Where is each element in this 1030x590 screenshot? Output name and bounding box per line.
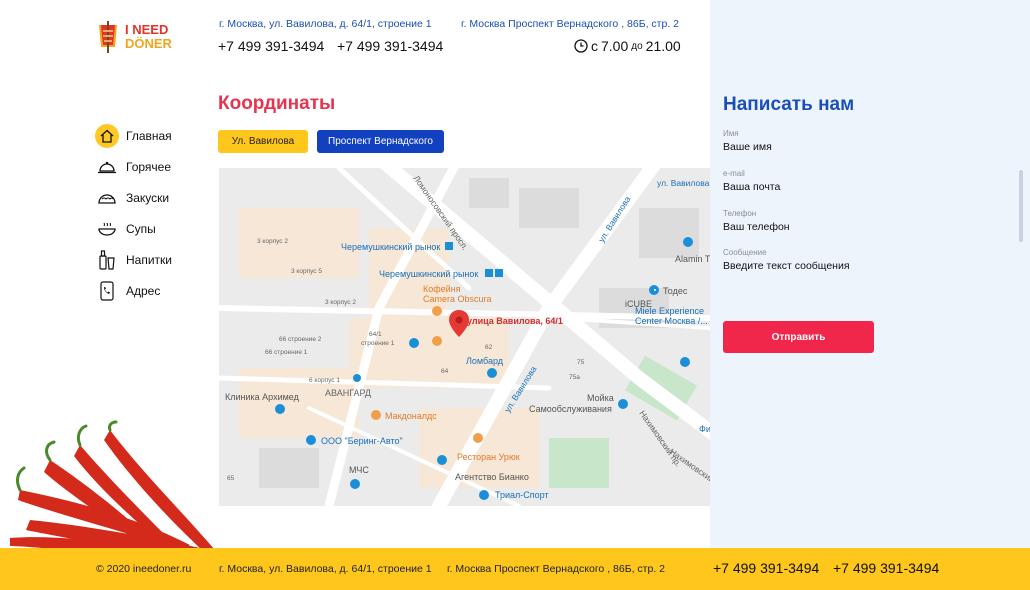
message-field[interactable]: Сообщение Введите текст сообщения <box>723 248 883 272</box>
header-phone-2[interactable]: +7 499 391-3494 <box>337 38 443 54</box>
drinks-icon <box>95 248 119 272</box>
map-label: 64/1 <box>369 331 382 338</box>
header-phone-1[interactable]: +7 499 391-3494 <box>218 38 324 54</box>
map-canvas: Ломоносовский просп. ул. Вавилова ул. Ва… <box>219 168 710 506</box>
map-label: 66 строение 2 <box>279 336 322 343</box>
phone-field[interactable]: Телефон Ваш телефон <box>723 209 883 233</box>
sidebar-item-snacks[interactable]: Закуски <box>95 182 205 213</box>
map-label: Макдоналдс <box>385 411 437 421</box>
hours-from: 7.00 <box>601 38 629 54</box>
soup-bowl-icon <box>95 217 119 241</box>
taco-icon <box>95 186 119 210</box>
phone-address-icon <box>95 279 119 303</box>
footer-phone-1[interactable]: +7 499 391-3494 <box>713 560 819 576</box>
sidebar-item-label: Супы <box>126 221 156 236</box>
footer: © 2020 ineedoner.ru г. Москва, ул. Вавил… <box>0 548 1030 590</box>
header-address-1: г. Москва, ул. Вавилова, д. 64/1, строен… <box>219 18 432 30</box>
map-label: Самообслуживания <box>529 404 612 414</box>
hours-to: 21.00 <box>645 38 681 54</box>
map-label: Триал-Спорт <box>495 490 549 500</box>
tab-vavilova[interactable]: Ул. Вавилова <box>218 130 308 153</box>
contact-panel: Написать нам Имя Ваше имя e-mail Ваша по… <box>710 0 1030 548</box>
map-label: Черемушкинский рынок <box>379 269 478 279</box>
email-label: e-mail <box>723 169 745 178</box>
sidebar-item-label: Главная <box>126 128 172 143</box>
sidebar-item-home[interactable]: Главная <box>95 120 205 151</box>
map-label: Ресторан Урюк <box>457 452 520 462</box>
phone-input[interactable]: Ваш телефон <box>723 221 883 233</box>
send-button[interactable]: Отправить <box>723 321 874 353</box>
sidebar-item-drinks[interactable]: Напитки <box>95 244 205 275</box>
logo-line1: I NEED <box>125 22 169 37</box>
hours-to-prefix: до <box>631 40 643 52</box>
footer-copyright: © 2020 ineedoner.ru <box>96 563 192 575</box>
hours-from-prefix: с <box>591 38 598 54</box>
home-icon <box>95 123 119 148</box>
opening-hours: с 7.00 до 21.00 <box>574 38 681 54</box>
phone-label: Телефон <box>723 209 757 218</box>
map-label: строение 1 <box>361 340 395 347</box>
map-label: 3 корпус 2 <box>325 299 356 306</box>
map-label: Ломбард <box>466 356 504 366</box>
email-input[interactable]: Ваша почта <box>723 181 883 193</box>
sidebar-item-soups[interactable]: Супы <box>95 213 205 244</box>
clock-icon <box>574 39 588 53</box>
message-input[interactable]: Введите текст сообщения <box>723 260 883 272</box>
sidebar-item-label: Напитки <box>126 252 172 267</box>
sidebar-nav: Главная Горячее Закуски Супы Напитки Адр… <box>95 120 205 306</box>
sidebar-item-label: Горячее <box>126 159 172 174</box>
map-label: Кофейня <box>423 284 461 294</box>
contact-title: Написать нам <box>723 94 855 115</box>
name-field[interactable]: Имя Ваше имя <box>723 129 883 153</box>
sidebar-item-hot[interactable]: Горячее <box>95 151 205 182</box>
sidebar-item-label: Закуски <box>126 190 170 205</box>
header-address-2: г. Москва Проспект Вернадского , 86Б, ст… <box>461 18 680 30</box>
footer-address-1: г. Москва, ул. Вавилова, д. 64/1, строен… <box>219 563 432 575</box>
scrollbar[interactable] <box>1019 170 1023 242</box>
doner-logo-icon <box>99 21 117 53</box>
map-label: улица Вавилова, 64/1 <box>467 316 563 326</box>
page: Написать нам Имя Ваше имя e-mail Ваша по… <box>0 0 1030 590</box>
map-label: Мойка <box>587 393 614 403</box>
map-label: АВАНГАРД <box>325 388 371 398</box>
name-label: Имя <box>723 129 739 138</box>
map-label: 75 <box>577 359 585 366</box>
sidebar-item-address[interactable]: Адрес <box>95 275 205 306</box>
map[interactable]: Ломоносовский просп. ул. Вавилова ул. Ва… <box>219 168 710 506</box>
map-label: ул. Вавилова <box>657 178 710 188</box>
map-label: МЧС <box>349 465 369 475</box>
tab-vernadskogo[interactable]: Проспект Вернадского <box>317 130 444 153</box>
chili-pepper-image <box>10 420 215 550</box>
footer-phone-2[interactable]: +7 499 391-3494 <box>833 560 939 576</box>
page-title: Координаты <box>218 93 336 114</box>
map-label: Center Москва /... <box>635 316 708 326</box>
map-label: Фи <box>699 424 710 434</box>
map-label: 62 <box>485 344 493 351</box>
map-label: Черемушкинский рынок <box>341 242 440 252</box>
footer-address-2: г. Москва Проспект Вернадского , 86Б, ст… <box>447 563 666 575</box>
map-label: 3 корпус 2 <box>257 238 288 245</box>
map-label: 64 <box>441 368 449 375</box>
cloche-icon <box>95 155 119 179</box>
sidebar-item-label: Адрес <box>126 283 161 298</box>
map-label: 75a <box>569 374 580 381</box>
map-label: Miele Experience <box>635 306 704 316</box>
email-field[interactable]: e-mail Ваша почта <box>723 169 883 193</box>
map-label: Тодес <box>663 286 688 296</box>
logo[interactable]: I NEED DÖNER <box>95 20 185 54</box>
map-label: Клиника Архимед <box>225 392 300 402</box>
map-label: 6 корпус 1 <box>309 377 340 384</box>
map-label: ООО "Беринг-Авто" <box>321 436 403 446</box>
map-label: 66 строение 1 <box>265 349 308 356</box>
name-input[interactable]: Ваше имя <box>723 141 883 153</box>
message-label: Сообщение <box>723 248 767 257</box>
map-label: Camera Obscura <box>423 294 492 304</box>
map-label: Alamin T <box>675 254 710 264</box>
map-label: Агентство Бианко <box>455 472 529 482</box>
logo-line2: DÖNER <box>125 36 172 51</box>
map-label: 3 корпус 5 <box>291 268 322 275</box>
